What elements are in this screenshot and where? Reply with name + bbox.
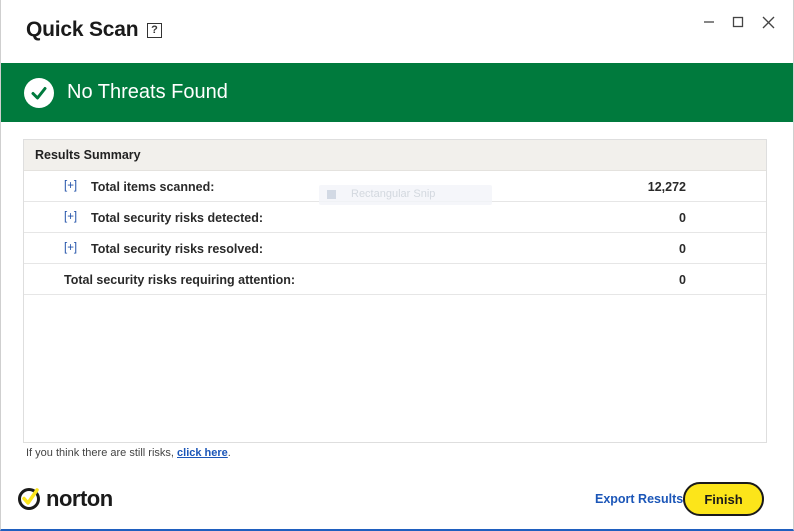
- window-title: Quick Scan: [26, 18, 139, 41]
- close-icon[interactable]: [755, 10, 781, 34]
- footer-note: If you think there are still risks, clic…: [26, 447, 231, 459]
- snip-icon: [327, 190, 336, 199]
- result-row-label: Total security risks resolved:: [91, 242, 264, 256]
- quick-scan-window: Quick Scan ? No Threats Found Results Su…: [0, 0, 794, 531]
- result-row-value: 0: [679, 273, 686, 287]
- result-row-risks-resolved: [+] Total security risks resolved: 0: [24, 233, 766, 264]
- click-here-link[interactable]: click here: [177, 447, 228, 459]
- maximize-icon[interactable]: [725, 10, 751, 34]
- result-row-risks-attention: Total security risks requiring attention…: [24, 264, 766, 295]
- minimize-icon[interactable]: [696, 10, 722, 34]
- results-summary-panel: Results Summary [+] Total items scanned:…: [23, 139, 767, 443]
- rectangular-snip-ghost: Rectangular Snip: [319, 185, 492, 205]
- logo-wordmark: norton: [46, 486, 113, 511]
- result-row-label: Total items scanned:: [91, 180, 215, 194]
- help-icon[interactable]: ?: [147, 23, 162, 38]
- norton-check-icon: [18, 488, 40, 510]
- norton-logo: norton: [17, 484, 113, 514]
- result-row-label: Total security risks detected:: [91, 211, 264, 225]
- result-row-value: 0: [679, 211, 686, 225]
- footer-note-text: If you think there are still risks,: [26, 447, 174, 459]
- result-row-risks-detected: [+] Total security risks detected: 0: [24, 202, 766, 233]
- expand-toggle[interactable]: [+]: [64, 242, 77, 254]
- result-row-label: Total security risks requiring attention…: [64, 273, 296, 287]
- export-results-link[interactable]: Export Results: [595, 492, 683, 506]
- footer-note-suffix: .: [227, 447, 231, 459]
- expand-toggle[interactable]: [+]: [64, 211, 77, 223]
- result-row-value: 0: [679, 242, 686, 256]
- finish-button[interactable]: Finish: [683, 482, 764, 516]
- title-bar: Quick Scan ?: [1, 0, 793, 63]
- status-banner: No Threats Found: [1, 63, 793, 122]
- result-row-value: 12,272: [647, 180, 686, 194]
- ghost-label: Rectangular Snip: [351, 188, 436, 200]
- checkmark-circle-icon: [24, 78, 54, 108]
- banner-status-text: No Threats Found: [67, 81, 228, 103]
- expand-toggle[interactable]: [+]: [64, 180, 77, 192]
- results-summary-header: Results Summary: [24, 140, 766, 171]
